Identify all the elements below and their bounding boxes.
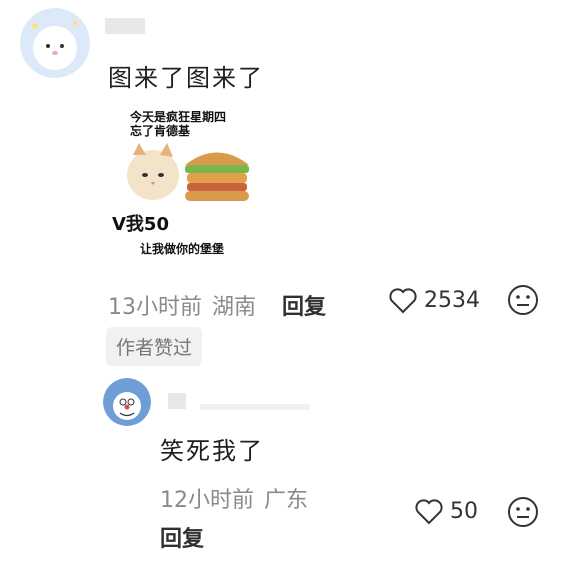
comment-meta: 13小时前 湖南 bbox=[108, 289, 256, 321]
reply-location: 广东 bbox=[264, 488, 309, 513]
replier-name-redacted bbox=[168, 393, 186, 409]
comment-like-count: 2534 bbox=[424, 287, 480, 313]
meme-caption-top: 今天是疯狂星期四 忘了肯德基 bbox=[130, 110, 227, 138]
commenter-avatar[interactable] bbox=[20, 8, 90, 78]
reply-like-count: 50 bbox=[450, 498, 478, 524]
neutral-face-icon[interactable] bbox=[507, 496, 539, 528]
author-liked-badge: 作者赞过 bbox=[106, 327, 203, 366]
comment-location: 湖南 bbox=[212, 295, 257, 320]
meme-caption-bottom: 让我做你的堡堡 bbox=[140, 242, 225, 256]
comment-text: 图来了图来了 bbox=[108, 64, 264, 92]
comment-like-button[interactable]: 2534 bbox=[388, 286, 480, 314]
comment-time: 13小时前 bbox=[108, 295, 202, 320]
reply-reply-button[interactable]: 回复 bbox=[160, 521, 204, 553]
heart-outline-icon bbox=[389, 288, 417, 314]
commenter-name-redacted bbox=[105, 18, 145, 34]
reply-like-button[interactable]: 50 bbox=[414, 497, 478, 525]
neutral-face-icon[interactable] bbox=[507, 284, 539, 316]
meme-caption-middle: V我50 bbox=[112, 214, 169, 235]
reply-time: 12小时前 bbox=[160, 488, 254, 513]
replier-avatar[interactable] bbox=[103, 378, 151, 426]
reply-meta: 12小时前 广东 bbox=[160, 482, 308, 514]
replier-name-redacted-2 bbox=[200, 404, 310, 410]
comment-reply-button[interactable]: 回复 bbox=[282, 289, 326, 321]
heart-outline-icon bbox=[415, 499, 443, 525]
reply-text: 笑死我了 bbox=[160, 437, 264, 465]
